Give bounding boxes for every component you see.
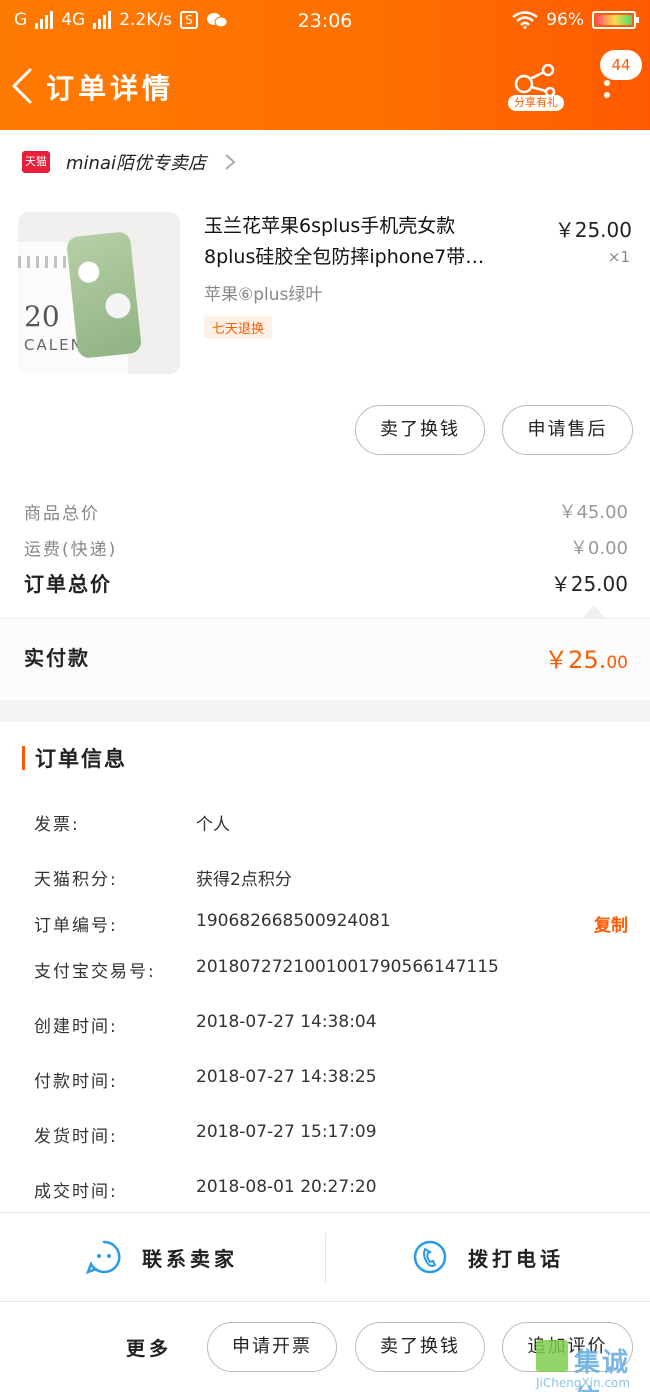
paid-label: 实付款 bbox=[24, 646, 90, 670]
copy-button[interactable]: 复制 bbox=[594, 911, 628, 936]
shipping-row: 运费(快递) ￥0.00 bbox=[24, 534, 628, 560]
info-key: 发票: bbox=[34, 815, 80, 835]
paid-value: ￥25.00 bbox=[544, 640, 628, 675]
sell-exchange-button[interactable]: 卖了换钱 bbox=[355, 405, 485, 455]
image-text-calendar: CALEN bbox=[24, 336, 84, 354]
info-key: 发货时间: bbox=[34, 1127, 118, 1147]
shipping-label: 运费(快递) bbox=[24, 539, 118, 560]
watermark-logo bbox=[536, 1340, 568, 1372]
share-icon bbox=[514, 63, 556, 98]
heading-accent-bar bbox=[22, 746, 25, 770]
contact-seller-button[interactable]: 联系卖家 bbox=[86, 1213, 238, 1301]
info-value: 2018-07-27 14:38:25 bbox=[196, 1067, 377, 1087]
order-total-row: 订单总价 ￥25.00 bbox=[24, 568, 628, 597]
shop-name: minai陌优专卖店 bbox=[66, 153, 206, 174]
message-badge[interactable]: 44 bbox=[600, 50, 642, 80]
call-phone-label: 拨打电话 bbox=[468, 1246, 564, 1271]
share-label: 分享有礼 bbox=[508, 95, 564, 111]
site-watermark: 集诚信 JiChengXin.com bbox=[530, 1340, 650, 1392]
info-value: 2018-07-27 15:17:09 bbox=[196, 1122, 377, 1142]
product-quantity: ×1 bbox=[607, 248, 630, 266]
product-price: ￥25.00 bbox=[554, 218, 632, 242]
info-value: 个人 bbox=[196, 815, 230, 835]
product-image[interactable]: 20 CALEN bbox=[18, 212, 180, 374]
product-title[interactable]: 玉兰花苹果6splus手机壳女款 8plus硅胶全包防摔iphone7带… bbox=[204, 211, 524, 273]
call-phone-button[interactable]: 拨打电话 bbox=[412, 1213, 564, 1301]
info-value: 2018072721001001790566147115 bbox=[196, 957, 499, 977]
info-value: 2018-07-27 14:38:04 bbox=[196, 1012, 377, 1032]
after-sale-button[interactable]: 申请售后 bbox=[502, 405, 633, 455]
back-arrow-icon[interactable] bbox=[10, 68, 36, 104]
product-title-line2: 8plus硅胶全包防摔iphone7带… bbox=[204, 246, 485, 268]
product-sku: 苹果⑥plus绿叶 bbox=[204, 285, 323, 305]
paid-value-decimal: 00 bbox=[606, 653, 628, 673]
info-key: 付款时间: bbox=[34, 1072, 118, 1092]
info-key: 订单编号: bbox=[34, 916, 118, 936]
shipping-value: ￥0.00 bbox=[569, 538, 628, 559]
chevron-right-icon bbox=[225, 154, 236, 170]
contact-bar: 联系卖家 拨打电话 bbox=[0, 1212, 650, 1302]
request-invoice-button[interactable]: 申请开票 bbox=[207, 1322, 337, 1372]
goods-total-row: 商品总价 ￥45.00 bbox=[24, 498, 628, 524]
goods-total-value: ￥45.00 bbox=[558, 502, 628, 523]
phone-icon bbox=[413, 1240, 447, 1274]
order-info-title: 订单信息 bbox=[35, 747, 127, 771]
sell-exchange-button-bottom[interactable]: 卖了换钱 bbox=[355, 1322, 485, 1372]
shop-row[interactable]: 天猫 minai陌优专卖店 bbox=[0, 130, 650, 194]
tmall-logo: 天猫 bbox=[22, 151, 50, 173]
contact-seller-label: 联系卖家 bbox=[142, 1246, 238, 1271]
return-policy-tag: 七天退换 bbox=[204, 316, 273, 339]
battery-percent: 96% bbox=[546, 10, 584, 30]
watermark-url: JiChengXin.com bbox=[536, 1376, 631, 1390]
more-menu-icon[interactable] bbox=[600, 80, 614, 104]
info-value: 获得2点积分 bbox=[196, 870, 292, 890]
order-total-value: ￥25.00 bbox=[550, 572, 628, 596]
page-title: 订单详情 bbox=[46, 72, 175, 105]
info-key: 成交时间: bbox=[34, 1182, 118, 1202]
wifi-icon bbox=[512, 11, 538, 29]
status-right: 96% bbox=[512, 10, 639, 30]
order-total-label: 订单总价 bbox=[24, 572, 112, 596]
share-button[interactable]: 分享有礼 bbox=[508, 63, 564, 114]
info-key: 天猫积分: bbox=[34, 870, 118, 890]
bar-divider bbox=[325, 1233, 326, 1283]
section-divider bbox=[0, 700, 650, 722]
paid-caret bbox=[582, 606, 606, 618]
order-info-heading: 订单信息 bbox=[22, 744, 127, 772]
paid-value-main: ￥25. bbox=[544, 646, 607, 674]
goods-total-label: 商品总价 bbox=[24, 503, 100, 524]
info-value: 190682668500924081 bbox=[196, 911, 391, 931]
chat-face-icon bbox=[86, 1240, 121, 1275]
more-button[interactable]: 更多 bbox=[126, 1334, 172, 1361]
app-header: G 4G 2.2K/s S 23:06 96% 订单详情 分享有礼 44 bbox=[0, 0, 650, 130]
product-title-line1: 玉兰花苹果6splus手机壳女款 bbox=[204, 215, 456, 237]
info-key: 创建时间: bbox=[34, 1017, 118, 1037]
image-phone-case bbox=[65, 230, 143, 360]
battery-icon bbox=[592, 11, 639, 29]
image-text-year: 20 bbox=[24, 300, 60, 333]
info-value: 2018-08-01 20:27:20 bbox=[196, 1177, 377, 1197]
status-bar: G 4G 2.2K/s S 23:06 96% bbox=[0, 0, 650, 44]
info-key: 支付宝交易号: bbox=[34, 962, 156, 982]
